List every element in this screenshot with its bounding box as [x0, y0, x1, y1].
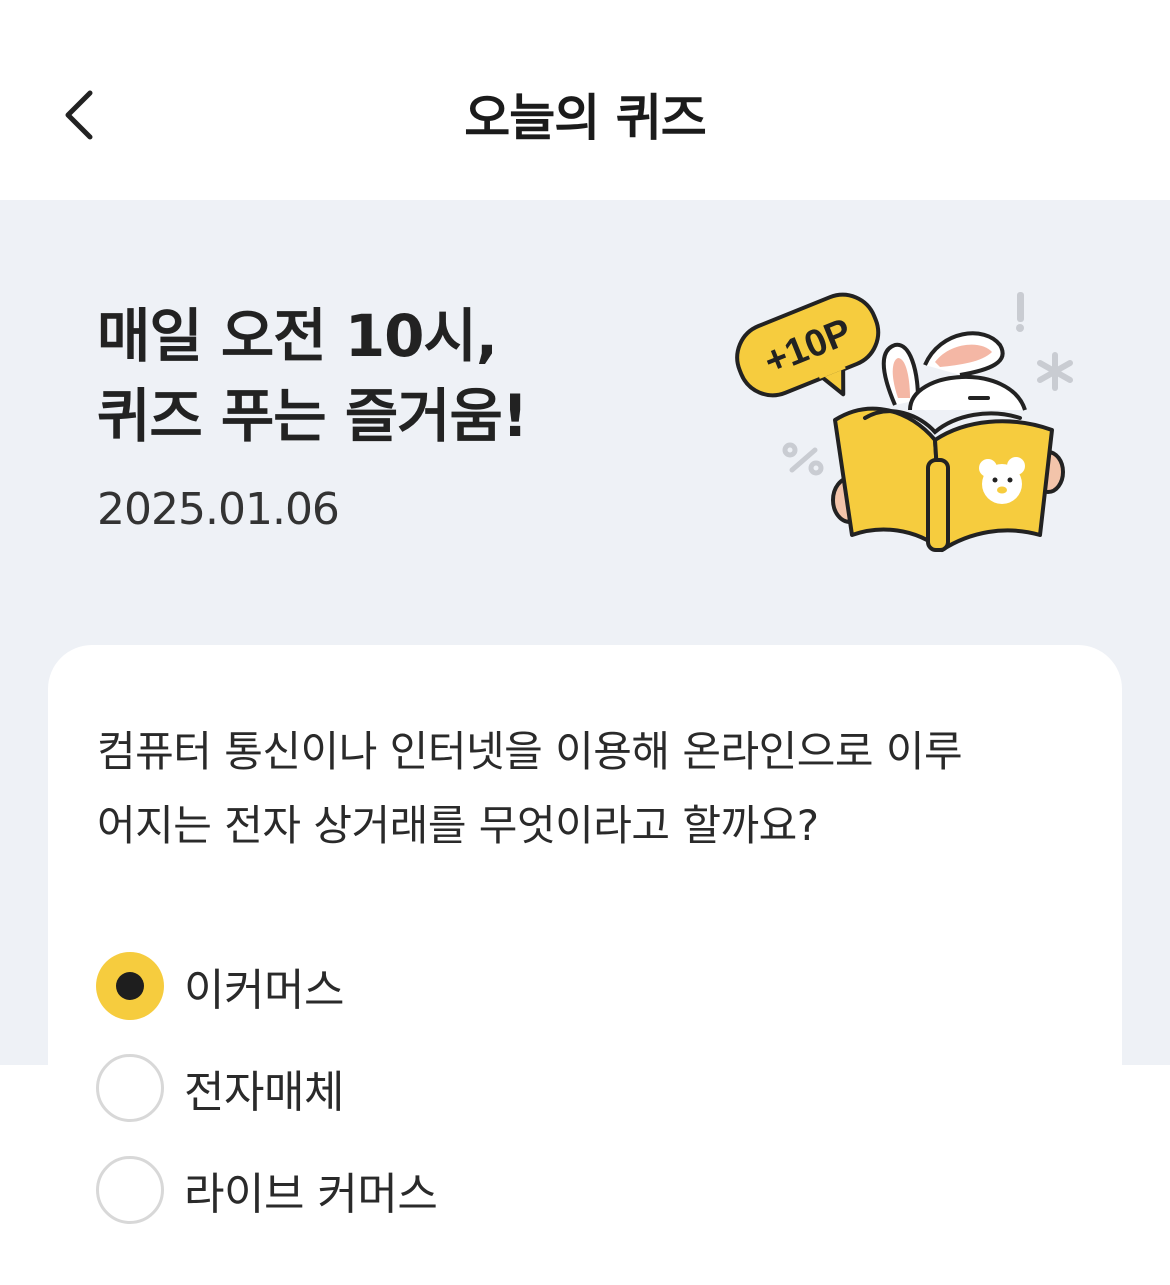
quiz-question: 컴퓨터 통신이나 인터넷을 이용해 온라인으로 이루 어지는 전자 상거래를 무… [97, 715, 1057, 863]
hero-heading-line-2: 퀴즈 푸는 즐거움! [97, 382, 528, 450]
asterisk-icon [1037, 352, 1073, 391]
answer-option-label: 라이브 커머스 [184, 1169, 438, 1220]
radio-dot-icon [116, 972, 144, 1000]
radio-button[interactable] [96, 1156, 164, 1224]
hero-heading-line-1: 매일 오전 10시, [97, 302, 498, 370]
app-header: 오늘의 퀴즈 [0, 0, 1170, 200]
hero-heading: 매일 오전 10시, 퀴즈 푸는 즐거움! [97, 296, 657, 456]
page-title: 오늘의 퀴즈 [464, 89, 706, 147]
percent-icon [782, 442, 824, 476]
question-line-2: 어지는 전자 상거래를 무엇이라고 할까요? [97, 801, 819, 850]
answer-option-label: 전자매체 [184, 1067, 344, 1118]
book-icon [833, 406, 1054, 552]
radio-button-selected[interactable] [96, 952, 164, 1020]
question-line-1: 컴퓨터 통신이나 인터넷을 이용해 온라인으로 이루 [97, 727, 963, 776]
points-badge: +10P [735, 292, 881, 398]
answer-option-label: 이커머스 [184, 965, 344, 1016]
rabbit-reading-illustration: +10P [735, 292, 1073, 552]
quiz-date: 2025.01.06 [97, 484, 340, 535]
radio-button[interactable] [96, 1054, 164, 1122]
answer-option-3[interactable]: 라이브 커머스 [96, 1153, 796, 1227]
answer-option-1[interactable]: 이커머스 [96, 949, 796, 1023]
exclamation-mark-icon [1017, 292, 1024, 322]
answer-option-2[interactable]: 전자매체 [96, 1051, 796, 1125]
